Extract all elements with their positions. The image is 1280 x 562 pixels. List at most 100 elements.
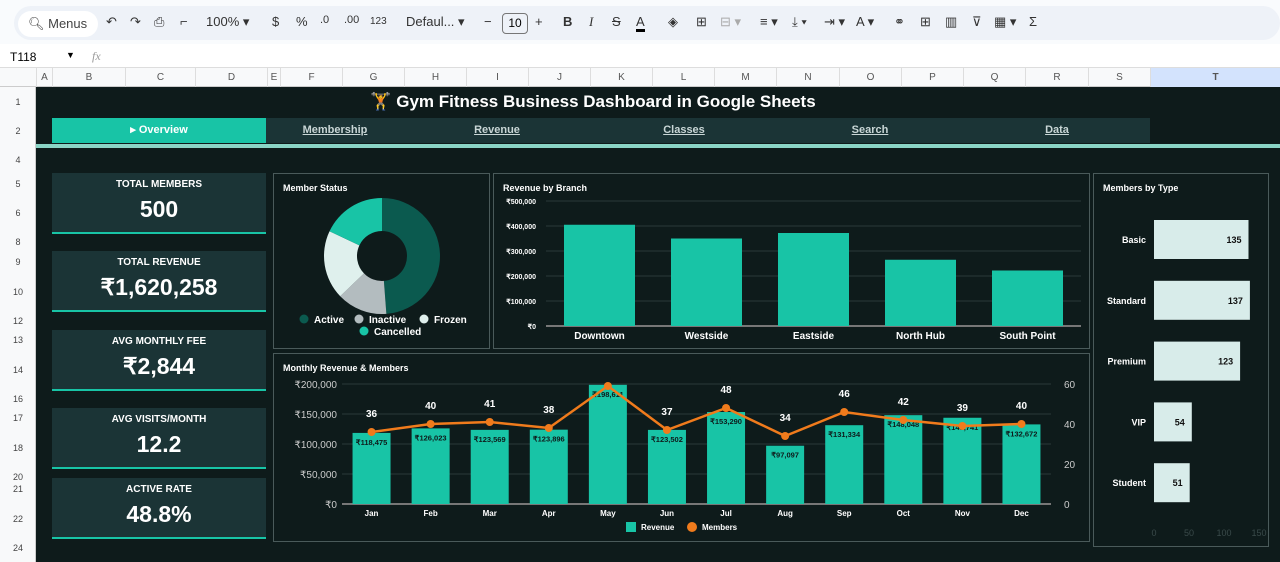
member-status-chart[interactable]: Member Status Active Inactive Frozen Cancell… [273,173,490,349]
font-select[interactable]: Defaul... ▾ [406,14,465,30]
increase-font-icon[interactable]: + [535,14,543,29]
strikethrough-icon[interactable]: S [612,14,621,29]
members-data-label: 48 [720,385,732,396]
font-size-input[interactable]: 10 [502,13,528,34]
row-header-5[interactable]: 5 [0,179,36,189]
undo-icon[interactable]: ↶ [106,14,117,30]
functions-table-icon[interactable]: ▦ ▾ [994,14,1016,30]
formula-input[interactable] [115,46,1275,67]
kpi-avg-visits: AVG VISITS/MONTH 12.2 [52,408,266,469]
x-tick-label: Oct [897,509,911,518]
name-box-dropdown-icon[interactable]: ▼ [66,50,75,60]
link-icon[interactable]: ⚭ [894,14,905,30]
nav-search[interactable]: Search [815,118,925,143]
column-header-T[interactable]: T [1150,68,1280,87]
nav-classes[interactable]: Classes [629,118,739,143]
y-tick-label: ₹100,000 [294,440,337,451]
text-rotate-icon[interactable]: A ▾ [856,14,874,30]
zoom-select[interactable]: 100% ▾ [206,14,249,30]
text-wrap-icon[interactable]: ⇥ ▾ [824,14,845,30]
column-header-B[interactable]: B [52,68,125,87]
column-header-D[interactable]: D [195,68,267,87]
row-header-10[interactable]: 10 [0,287,36,297]
bar-westside [671,238,742,326]
column-header-J[interactable]: J [528,68,590,87]
column-header-R[interactable]: R [1025,68,1088,87]
column-header-I[interactable]: I [466,68,528,87]
filter-icon[interactable]: ⊽ [972,14,982,30]
row-header-20[interactable]: 20 [0,472,36,482]
members-by-type-chart[interactable]: Members by Type Basic 135 Standard 137 Premiu… [1093,173,1269,547]
x-tick-label: Apr [542,509,556,518]
row-header-4[interactable]: 4 [0,155,36,165]
monthly-revenue-chart[interactable]: Monthly Revenue & Members ₹0 ₹50,000 ₹100,0… [273,353,1090,542]
revenue-by-branch-chart[interactable]: Revenue by Branch ₹0 ₹100,000 ₹200,000 ₹300,… [493,173,1090,349]
nav-overview[interactable]: ▸ Overview [52,118,266,143]
column-header-N[interactable]: N [776,68,839,87]
borders-icon[interactable]: ⊞ [696,14,707,30]
row-header-22[interactable]: 22 [0,514,36,524]
fill-color-icon[interactable]: ◈ [668,14,678,30]
row-header-9[interactable]: 9 [0,257,36,267]
row-header-14[interactable]: 14 [0,365,36,375]
print-icon[interactable]: ⎙ [154,14,164,30]
row-header-12[interactable]: 12 [0,316,36,326]
fx-icon: fx [92,49,101,63]
sum-icon[interactable]: Σ [1029,14,1037,29]
currency-button[interactable]: $ [272,14,279,29]
row-header-2[interactable]: 2 [0,126,36,136]
column-header-G[interactable]: G [342,68,404,87]
row-header-1[interactable]: 1 [0,97,36,107]
row-header-18[interactable]: 18 [0,443,36,453]
row-header-8[interactable]: 8 [0,237,36,247]
row-header-21[interactable]: 21 [0,484,36,494]
members-data-label: 46 [839,389,851,400]
chart-icon[interactable]: ▥ [945,14,957,30]
column-header-M[interactable]: M [714,68,776,87]
column-header-C[interactable]: C [125,68,195,87]
column-header-A[interactable]: A [36,68,52,87]
column-header-E[interactable]: E [267,68,280,87]
percent-button[interactable]: % [296,14,308,29]
dashboard-title: 🏋️ Gym Fitness Business Dashboard in Goo… [370,92,816,111]
row-header-6[interactable]: 6 [0,208,36,218]
members-point [781,432,790,440]
revenue-data-label: ₹132,672 [1006,429,1038,438]
comment-icon[interactable]: ⊞ [920,14,931,30]
y-tick-label: Standard [1107,296,1146,306]
menus-search[interactable]: 🔍︎ Menus [18,11,98,37]
y-tick-label: ₹400,000 [506,223,536,231]
paint-format-icon[interactable]: ⌐ [180,14,188,29]
column-header-Q[interactable]: Q [963,68,1025,87]
members-data-label: 42 [898,397,910,408]
row-header-13[interactable]: 13 [0,335,36,345]
column-header-H[interactable]: H [404,68,466,87]
column-header-P[interactable]: P [901,68,963,87]
merge-cells-icon[interactable]: ⊟ ▾ [720,14,741,30]
decrease-font-icon[interactable]: − [484,14,492,29]
decrease-decimal-button[interactable]: .0 [320,14,329,26]
nav-membership[interactable]: Membership [280,118,390,143]
name-box[interactable]: T118 [10,50,36,64]
text-color-icon[interactable]: A [636,14,645,32]
increase-decimal-button[interactable]: .00 [344,14,359,26]
x-tick-label: Eastside [793,331,835,342]
column-header-O[interactable]: O [839,68,901,87]
align-icon[interactable]: ≡ ▾ [760,14,778,30]
redo-icon[interactable]: ↷ [130,14,141,30]
row-header-24[interactable]: 24 [0,543,36,553]
members-point [426,420,435,428]
column-header-L[interactable]: L [652,68,714,87]
bold-button[interactable]: B [563,14,572,29]
revenue-data-label: ₹97,097 [771,451,799,460]
vertical-align-icon[interactable]: ⤓ ▾ [792,14,807,30]
italic-button[interactable]: I [589,14,593,30]
nav-data[interactable]: Data [1002,118,1112,143]
column-header-F[interactable]: F [280,68,342,87]
row-header-16[interactable]: 16 [0,394,36,404]
more-formats-button[interactable]: 123 [370,16,387,27]
nav-revenue[interactable]: Revenue [442,118,552,143]
column-header-K[interactable]: K [590,68,652,87]
column-header-S[interactable]: S [1088,68,1150,87]
row-header-17[interactable]: 17 [0,413,36,423]
